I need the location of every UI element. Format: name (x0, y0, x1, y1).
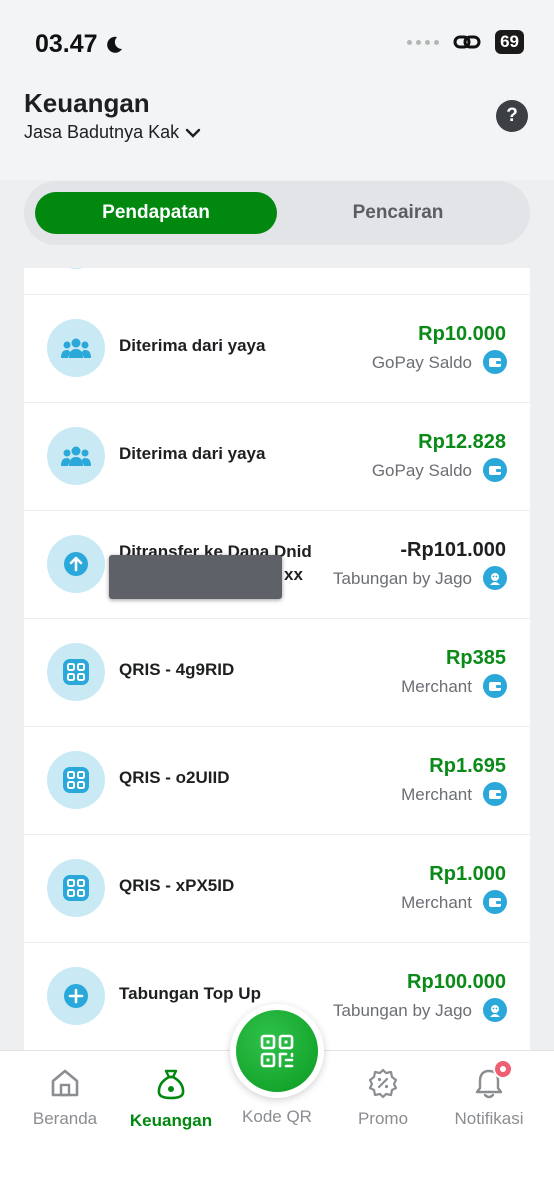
transaction-source: GoPay Saldo (371, 461, 472, 480)
people-icon (47, 268, 105, 269)
list-item[interactable]: Ditransfer ke Dana Dnid xx -Rp101.000 Ta… (24, 510, 530, 617)
jago-icon (483, 566, 507, 590)
transaction-title: QRIS - xPX5ID (119, 876, 235, 895)
transaction-amount: Rp1.695 (429, 755, 506, 777)
wallet-icon (483, 674, 507, 698)
nav-promo[interactable]: Promo (328, 1067, 438, 1129)
plus-icon (47, 967, 105, 1025)
wallet-icon (483, 350, 507, 374)
list-item[interactable]: QRIS - 4g9RID Rp385 Merchant (24, 618, 530, 725)
redaction-overlay (109, 555, 282, 599)
transaction-title: Diterima dari yaya (119, 444, 266, 463)
tab-bar: Pendapatan Pencairan (24, 181, 530, 245)
status-indicators: 69 (407, 30, 524, 54)
transaction-amount: -Rp101.000 (400, 539, 506, 561)
qris-icon (47, 859, 105, 917)
transaction-source: Tabungan by Jago (333, 569, 472, 588)
transaction-title-tail: xx (284, 565, 303, 584)
transaction-title: Tabungan Top Up (119, 984, 261, 1003)
qris-icon (47, 751, 105, 809)
transaction-title: QRIS - 4g9RID (119, 660, 235, 679)
qr-code-icon (260, 1034, 294, 1068)
nav-keuangan[interactable]: Keuangan (116, 1067, 226, 1131)
people-icon (47, 319, 105, 377)
help-button[interactable]: ? (496, 100, 528, 132)
account-selector[interactable]: Jasa Badutnya Kak (24, 122, 201, 143)
list-item[interactable]: Diterima dari yaya Rp10.000 GoPay Saldo (24, 294, 530, 401)
qr-code-button[interactable] (230, 1004, 324, 1098)
transaction-source: Tabungan by Jago (333, 1001, 472, 1020)
status-time: 03.47 (35, 30, 124, 59)
link-icon (453, 35, 481, 49)
notification-badge (493, 1059, 513, 1079)
nav-notifikasi[interactable]: Notifikasi (434, 1067, 544, 1129)
nav-label: Kode QR (242, 1107, 312, 1126)
moon-icon (106, 36, 122, 53)
nav-kode-qr[interactable]: Kode QR (222, 1107, 332, 1127)
home-icon (51, 1069, 79, 1097)
money-bag-icon (157, 1069, 185, 1100)
battery-icon: 69 (495, 30, 524, 54)
transaction-source: Merchant (401, 677, 472, 696)
help-icon: ? (506, 105, 518, 126)
nav-label: Notifikasi (454, 1109, 524, 1128)
qr-button-fill (236, 1010, 318, 1092)
transaction-source: Merchant (401, 785, 472, 804)
chevron-down-icon (185, 128, 201, 138)
list-item[interactable]: Diterima dari yaya Rp12.828 GoPay Saldo (24, 402, 530, 509)
qris-icon (47, 643, 105, 701)
battery-level: 69 (500, 32, 519, 51)
nav-label: Beranda (32, 1109, 98, 1128)
header: Keuangan Jasa Badutnya Kak ? (0, 80, 554, 180)
transaction-amount: Rp10.000 (418, 323, 506, 345)
people-icon (47, 427, 105, 485)
nav-label: Keuangan (129, 1111, 213, 1130)
account-name: Jasa Badutnya Kak (24, 122, 180, 142)
wallet-icon (483, 458, 507, 482)
transaction-title: QRIS - o2UIID (119, 768, 230, 787)
nav-beranda[interactable]: Beranda (10, 1067, 120, 1129)
list-item[interactable]: QRIS - xPX5ID Rp1.000 Merchant (24, 834, 530, 941)
transaction-amount: Rp1.000 (429, 863, 506, 885)
transaction-source: Merchant (401, 893, 472, 912)
transaction-amount: Rp12.828 (418, 431, 506, 453)
transaction-amount: Rp385 (445, 647, 506, 669)
status-bar: 03.47 69 (0, 0, 554, 80)
signal-icon (407, 39, 440, 45)
clock-text: 03.47 (35, 30, 98, 58)
transaction-title: Diterima dari yaya (119, 336, 266, 355)
tab-pendapatan[interactable]: Pendapatan (35, 192, 277, 234)
list-item[interactable]: QRIS - o2UIID Rp1.695 Merchant (24, 726, 530, 833)
transaction-list: Diterima dari yaya Rp10.000 GoPay Saldo … (24, 268, 530, 1050)
list-item-partial[interactable] (24, 268, 530, 293)
wallet-icon (483, 890, 507, 914)
tab-pencairan[interactable]: Pencairan (277, 192, 519, 234)
page-title: Keuangan (24, 88, 150, 118)
nav-label: Promo (357, 1109, 409, 1128)
transaction-amount: Rp100.000 (407, 971, 506, 993)
transaction-source: GoPay Saldo (371, 353, 472, 372)
wallet-icon (483, 782, 507, 806)
jago-icon (483, 998, 507, 1022)
arrow-up-icon (47, 535, 105, 593)
percent-badge-icon (368, 1068, 398, 1099)
